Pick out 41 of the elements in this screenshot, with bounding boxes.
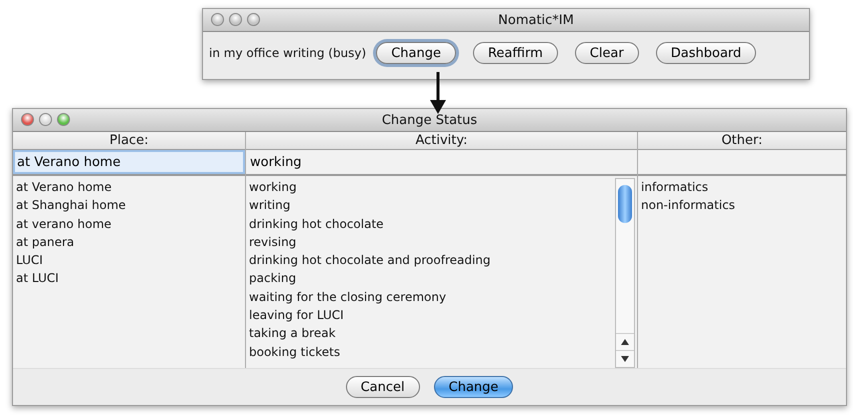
scrollbar[interactable] <box>615 178 635 368</box>
minimize-button[interactable] <box>39 113 52 126</box>
text-field[interactable] <box>638 150 846 176</box>
down-arrow <box>430 72 446 114</box>
list-item[interactable]: packing <box>249 269 615 288</box>
minimize-button[interactable] <box>229 13 242 26</box>
list-item[interactable]: LUCI <box>16 251 245 270</box>
list-item[interactable]: non-informatics <box>641 196 846 215</box>
action-button[interactable]: Clear <box>574 42 639 64</box>
action-button[interactable]: Reaffirm <box>472 42 558 64</box>
list-item[interactable]: booking tickets <box>249 342 615 361</box>
list-item[interactable]: informatics <box>641 178 846 196</box>
action-button[interactable]: Change <box>376 42 456 64</box>
list-item[interactable]: at panera <box>16 232 245 252</box>
list-item[interactable]: at verano home <box>16 214 245 233</box>
list-item[interactable]: drinking hot chocolate and proofreading <box>249 251 615 270</box>
list-item[interactable]: revising <box>249 232 615 252</box>
list-item[interactable]: working <box>249 178 615 196</box>
list-item[interactable]: taking a break <box>249 324 615 343</box>
column-heading: Place: <box>13 132 245 150</box>
window-title: Change Status <box>382 112 478 128</box>
text-field[interactable]: at Verano home <box>13 150 245 176</box>
dialog-button[interactable]: Change <box>434 376 514 398</box>
list-item[interactable]: at Verano home <box>16 178 245 196</box>
status-text: in my office writing (busy) <box>209 46 366 60</box>
list-item[interactable]: at LUCI <box>16 269 245 288</box>
list-item[interactable]: leaving for LUCI <box>249 306 615 324</box>
close-button[interactable] <box>211 13 224 26</box>
column-heading: Other: <box>638 132 846 150</box>
zoom-button[interactable] <box>57 113 70 126</box>
list-item[interactable]: drinking hot chocolate <box>249 214 615 233</box>
action-button[interactable]: Dashboard <box>656 42 756 64</box>
window-title: Nomatic*IM <box>497 12 574 28</box>
list-item[interactable]: writing <box>249 196 615 215</box>
column-heading: Activity: <box>246 132 637 150</box>
dialog-button[interactable]: Cancel <box>346 376 420 398</box>
list-item[interactable]: at Shanghai home <box>16 196 245 215</box>
scroll-thumb[interactable] <box>618 185 632 223</box>
list-item[interactable]: waiting for the closing ceremony <box>249 288 615 306</box>
close-button[interactable] <box>21 113 34 126</box>
zoom-button[interactable] <box>247 13 260 26</box>
